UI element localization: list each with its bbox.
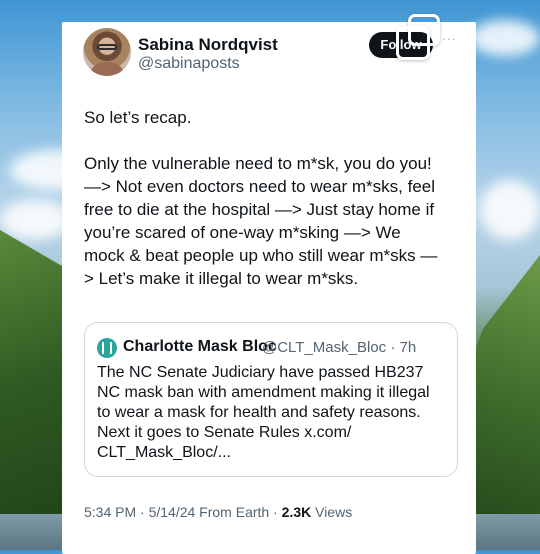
post-line: mock & beat people up who still wear m*s…	[84, 246, 438, 265]
glasses-shape	[97, 44, 117, 50]
quoted-line: to wear a mask for health and safety rea…	[97, 404, 421, 421]
views-count[interactable]: 2.3K	[282, 504, 312, 520]
post-meta: 5:34 PM · 5/14/24 From Earth · 2.3K View…	[84, 504, 352, 520]
quoted-line: Next it goes to Senate Rules x.com/	[97, 424, 352, 441]
copy-icon-front	[396, 26, 430, 60]
quoted-handle-time: @CLT_Mask_Bloc · 7h	[262, 339, 417, 356]
quoted-tweet[interactable]: Charlotte Mask Bloc @CLT_Mask_Bloc · 7h …	[84, 322, 458, 477]
views-label: Views	[311, 504, 353, 520]
post-line: > Let’s make it illegal to wear m*sks.	[84, 269, 359, 288]
quoted-author-name: Charlotte Mask Bloc	[123, 338, 277, 355]
author-avatar[interactable]	[83, 28, 131, 76]
post-line: you’re scared of one-way m*sking —> We	[84, 223, 401, 242]
quoted-line: The NC Senate Judiciary have passed HB23…	[97, 364, 424, 381]
more-dots-icon[interactable]: ···	[442, 30, 456, 46]
post-line	[84, 129, 466, 152]
quoted-line: CLT_Mask_Bloc/...	[97, 444, 231, 461]
post-text: So let’s recap. Only the vulnerable need…	[84, 106, 466, 290]
post-line: Only the vulnerable need to m*sk, you do…	[84, 154, 432, 173]
quoted-text: The NC Senate Judiciary have passed HB23…	[97, 363, 449, 463]
charlotte-mask-bloc-avatar	[97, 338, 117, 358]
post-line: So let’s recap.	[84, 108, 192, 127]
post-line: —> Not even doctors need to wear m*sks, …	[84, 177, 436, 196]
timestamp-source: 5:34 PM · 5/14/24 From Earth ·	[84, 504, 282, 520]
quoted-line: NC mask ban with amendment making it ill…	[97, 384, 430, 401]
tweet-card: Sabina Nordqvist @sabinaposts Follow ···…	[62, 22, 476, 554]
author-name[interactable]: Sabina Nordqvist	[138, 35, 278, 55]
author-handle[interactable]: @sabinaposts	[138, 55, 240, 73]
avatar-body	[91, 62, 123, 76]
post-line: free to die at the hospital —> Just stay…	[84, 200, 435, 219]
copy-icon[interactable]	[396, 14, 444, 62]
